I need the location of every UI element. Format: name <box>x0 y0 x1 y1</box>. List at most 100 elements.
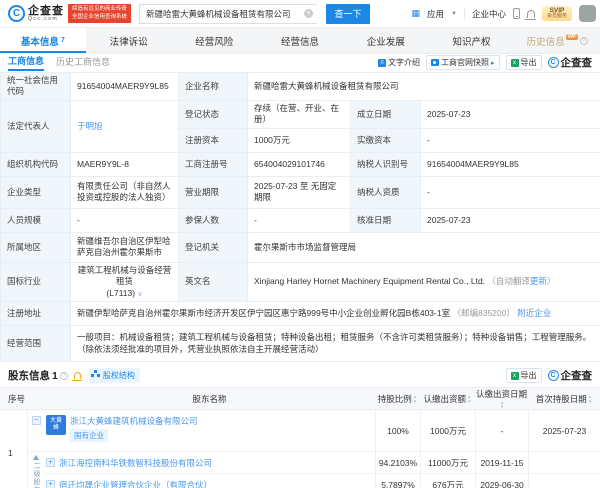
expand-icon[interactable]: + <box>46 480 55 488</box>
shareholder-link[interactable]: 浙江海控南科华铁数智科技股份有限公司 <box>59 457 212 469</box>
collapse-triangle-icon[interactable] <box>33 455 39 460</box>
col-index: 序号 <box>0 393 44 405</box>
amount-value: 11000万元 <box>420 452 475 473</box>
shareholders-table: 序号 股东名称 持股比例▲▼ 认缴出资额▲▼ 认缴出资日期▲▼ 首次持股日期▲▼… <box>0 387 600 488</box>
credit-code-label: 统一社会信用代码 <box>1 73 71 101</box>
tab-history-label: 历史信息 <box>527 34 565 48</box>
industry-name: 建筑工程机械与设备经营租赁 <box>78 265 172 286</box>
export-button[interactable]: x 导出 <box>506 55 542 70</box>
tab-operating-risk[interactable]: 经营风险 <box>171 28 257 53</box>
chevron-down-icon: ▼ <box>451 11 457 17</box>
first-date-value <box>528 452 600 473</box>
collapse-cell: − <box>28 410 44 451</box>
paid-capital-value: - <box>421 128 600 152</box>
tab-development-label: 企业发展 <box>367 34 405 48</box>
search-input[interactable] <box>139 4 317 24</box>
qcc-watermark-logo: C 企查查 <box>548 368 593 383</box>
update-translation-link[interactable]: 更新 <box>530 276 547 286</box>
approval-date-label: 核准日期 <box>351 208 421 232</box>
address-label: 注册地址 <box>1 302 71 326</box>
monitor-bell-icon[interactable] <box>74 372 81 379</box>
search-button[interactable]: 查一下 <box>326 4 370 24</box>
establish-date-value: 2025-07-23 <box>421 100 600 128</box>
sub-date-value: 2019-11-15 <box>475 452 528 473</box>
qcc-logo-icon[interactable]: C <box>8 5 25 22</box>
search-area: × 查一下 <box>139 4 370 24</box>
shareholder-link[interactable]: 宿迁均晟企业管理合伙企业（有限合伙） <box>59 479 212 488</box>
staff-size-label: 人员规模 <box>1 208 71 232</box>
reg-capital-label: 注册资本 <box>179 128 248 152</box>
member-center-link[interactable]: 企业中心 <box>472 8 506 20</box>
col-sub-date[interactable]: 认缴出资日期 ▲▼ <box>475 388 528 410</box>
second-level-block: 二级股东 + 浙江海控南科华铁数智科技股份有限公司 94.2103% 11000… <box>28 452 600 488</box>
export-button[interactable]: x 导出 <box>506 368 542 383</box>
text-intro-button[interactable]: ≡ 文字介绍 <box>378 57 420 68</box>
scope-label: 经营范围 <box>1 326 71 362</box>
col-amount[interactable]: 认缴出资额▲▼ <box>420 393 475 405</box>
notification-bell-icon[interactable] <box>527 10 535 18</box>
shareholders-count: 1 <box>52 370 58 382</box>
nearby-companies-link[interactable]: 附近企业 <box>517 308 551 318</box>
subnav-history-business-info[interactable]: 历史工商信息 <box>56 55 110 70</box>
region-value: 新疆维吾尔自治区伊犁哈萨克自治州霍尔果斯市 <box>71 232 179 262</box>
state-owned-badge: 国有企业 <box>70 429 108 442</box>
company-name-label: 企业名称 <box>179 73 248 101</box>
svip-badge[interactable]: SVIP 会员服务 <box>542 6 572 21</box>
sort-icon[interactable]: ▲▼ <box>500 401 504 410</box>
col-sub-date-label: 认缴出资日期 <box>476 389 527 399</box>
brand-block[interactable]: 企查查 Qcc.com <box>28 6 64 22</box>
tab-history-info[interactable]: 历史信息 VIP ? <box>514 28 600 53</box>
apps-grid-icon[interactable]: ▦ <box>411 8 420 19</box>
info-circle-icon: ? <box>60 372 68 380</box>
col-amount-label: 认缴出资额 <box>424 394 467 404</box>
row-index: 1 <box>8 448 13 458</box>
tab-ip-label: 知识产权 <box>452 34 490 48</box>
sort-icon[interactable]: ▲▼ <box>588 395 592 404</box>
sub-nav: 工商信息 历史工商信息 ≡ 文字介绍 工商官网快照 ▸ x 导出 C 企查查 <box>0 54 600 71</box>
credit-code-value: 91654004MAER9Y9L85 <box>71 73 179 101</box>
qcc-logo-text: 企查查 <box>561 368 593 383</box>
row-index-cell: 1 <box>0 410 28 488</box>
tab-operating-info[interactable]: 经营信息 <box>257 28 343 53</box>
equity-structure-button[interactable]: 股权结构 <box>89 368 140 383</box>
apps-link[interactable]: 应用 <box>427 8 444 20</box>
sort-icon[interactable]: ▲▼ <box>467 395 471 404</box>
second-level-label: 二级股东 <box>31 462 41 488</box>
brand-name: 企查查 <box>28 6 64 17</box>
first-date-value <box>528 474 600 488</box>
collapse-icon[interactable]: − <box>32 416 41 425</box>
chevron-down-icon[interactable]: ∨ <box>137 291 142 298</box>
brand-slogan: 缔造有远见的商业传奇 全国企业信用查询系统 <box>68 4 131 22</box>
reg-status-label: 登记状态 <box>179 100 248 128</box>
clear-icon[interactable]: × <box>304 9 313 18</box>
col-ratio[interactable]: 持股比例▲▼ <box>375 393 420 405</box>
legal-rep-link[interactable]: 于明旭 <box>77 121 103 131</box>
org-code-value: MAER9Y9L-8 <box>71 152 179 176</box>
expand-icon[interactable]: + <box>46 458 55 467</box>
user-avatar[interactable] <box>579 5 596 22</box>
tab-ip[interactable]: 知识产权 <box>429 28 515 53</box>
official-snapshot-button[interactable]: 工商官网快照 ▸ <box>426 55 500 70</box>
camera-icon <box>431 59 439 66</box>
slogan-line2: 全国企业信用查询系统 <box>72 14 127 21</box>
sort-icon[interactable]: ▲▼ <box>413 395 417 404</box>
establish-date-label: 成立日期 <box>351 100 421 128</box>
slogan-line1: 缔造有远见的商业传奇 <box>72 6 127 13</box>
shareholder-link[interactable]: 浙江大黄蜂建筑机械设备有限公司 <box>70 416 198 426</box>
snapshot-label: 工商官网快照 <box>441 57 489 68</box>
reg-number-label: 工商注册号 <box>179 152 248 176</box>
tab-lawsuit[interactable]: 法律诉讼 <box>86 28 172 53</box>
industry-code: (L7113) <box>106 288 135 298</box>
legal-rep-value: 于明旭 <box>71 100 179 152</box>
amount-value: 1000万元 <box>420 410 475 451</box>
tab-risk-label: 经营风险 <box>195 34 233 48</box>
reg-authority-label: 登记机关 <box>179 232 248 262</box>
tab-development[interactable]: 企业发展 <box>343 28 429 53</box>
col-first-date[interactable]: 首次持股日期▲▼ <box>528 393 600 405</box>
qcc-logo-icon: C <box>548 370 559 381</box>
mobile-icon[interactable] <box>513 8 520 19</box>
reg-capital-value: 1000万元 <box>248 128 351 152</box>
shareholder-name-cell: + 宿迁均晟企业管理合伙企业（有限合伙） <box>44 474 375 488</box>
tab-basic-info[interactable]: 基本信息 7 <box>0 28 86 53</box>
subnav-business-info[interactable]: 工商信息 <box>8 54 44 71</box>
